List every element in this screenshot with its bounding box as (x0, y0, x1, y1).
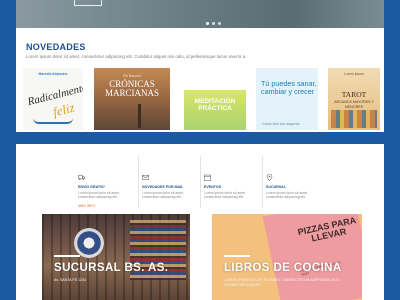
services-section: ENVÍO GRATIS* Lorem ipsum dolor sit amet… (16, 144, 384, 300)
hero-button[interactable] (74, 0, 102, 6)
book-subtitle: ARCANOS MAYORES Y MENORES (334, 100, 374, 109)
calendar-icon (204, 174, 211, 181)
divider (138, 156, 139, 208)
section-description: Lorem ipsum dolor sit amet, consectetur … (26, 54, 247, 59)
feature-description: Lorem ipsum dolor sit amet, consectetur … (266, 191, 308, 200)
carousel-dot[interactable] (212, 22, 215, 25)
book-title: MEDITACIÓN PRÁCTICA (194, 98, 236, 112)
carousel-dots (206, 22, 221, 25)
section-title: NOVEDADES (26, 42, 86, 52)
truck-icon (78, 175, 85, 180)
tile-description: LOREM IPSUM DOLOR SIT AMET, CONSECTETUR … (224, 278, 340, 287)
tile-title: LIBROS DE COCINA (224, 262, 342, 274)
book-cover[interactable]: Marcela Alejandra Radicalmente feliz (23, 68, 83, 130)
divider (262, 156, 263, 208)
feature-description: Lorem ipsum dolor sit amet, consectetur … (142, 191, 184, 200)
cookbooks-tile[interactable]: PIZZAS PARA LLEVAR LOREM IPSUM DOLOR SIT… (212, 214, 362, 300)
book-cover[interactable]: Tú puedes sanar, cambiar y crecer Cómo v… (256, 68, 318, 130)
feature-title: NOVEDADES POR MAIL (142, 185, 184, 189)
decorative-plate (74, 228, 104, 258)
title-bar (224, 255, 250, 257)
title-bar (54, 255, 80, 257)
book-author: Lorem ipsum (344, 72, 364, 76)
tower-illustration (138, 104, 141, 128)
book-title: Tú puedes sanar, cambiar y crecer (261, 79, 317, 96)
divider (200, 156, 201, 208)
carousel-dot[interactable] (206, 22, 209, 25)
book-cover[interactable]: Lorem ipsum TAROT ARCANOS MAYORES Y MENO… (328, 68, 380, 130)
mail-icon (142, 175, 149, 180)
book-subtitle: Cómo vivir tus mayores (262, 122, 300, 126)
location-pin-icon (266, 174, 273, 181)
tile-title: SUCURSAL BS. AS. (54, 262, 169, 274)
book-author: Rix Baronet (123, 74, 141, 78)
more-info-link[interactable]: MÁS INFO (78, 204, 95, 208)
novedades-section: NOVEDADES Lorem ipsum dolor sit amet, co… (16, 28, 384, 132)
carousel-dot[interactable] (218, 22, 221, 25)
tile-description: Av. SANTA FE 1234 (54, 278, 86, 282)
swoosh-decoration (33, 118, 73, 124)
feature-title: SUCURSAL (266, 185, 286, 189)
feature-title: EVENTOS (204, 185, 222, 189)
sucursal-tile[interactable]: SUCURSAL BS. AS. Av. SANTA FE 1234 (42, 214, 190, 300)
book-author: Marcela Alejandra (38, 72, 68, 76)
feature-description: Lorem ipsum dolor sit amet, consectetur … (78, 191, 120, 200)
feature-title: ENVÍO GRATIS* (78, 185, 105, 189)
feature-description: Lorem ipsum dolor sit amet, consectetur … (204, 191, 246, 200)
hero-image (16, 0, 384, 28)
book-cover[interactable]: MEDITACIÓN PRÁCTICA (184, 90, 246, 130)
cover-pattern (331, 110, 377, 128)
book-title: TAROT (341, 90, 367, 99)
book-title: CRÓNICAS MARCIANAS (104, 79, 159, 98)
book-cover[interactable]: Rix Baronet CRÓNICAS MARCIANAS (94, 68, 170, 130)
hero-carousel[interactable] (16, 0, 384, 28)
